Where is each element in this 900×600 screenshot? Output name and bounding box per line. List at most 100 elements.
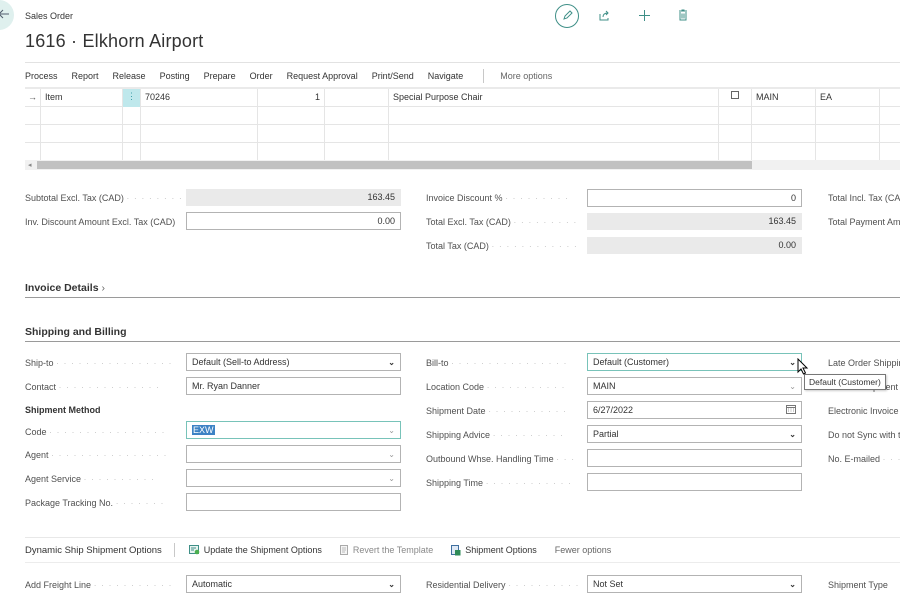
update-shipment-options-button[interactable]: Update the Shipment Options bbox=[188, 545, 322, 555]
shipment-date-input[interactable]: 6/27/2022 bbox=[587, 401, 802, 419]
total-excl-label: Total Excl. Tax (CAD) · · · · · · · · · bbox=[426, 217, 578, 227]
table-row[interactable] bbox=[25, 125, 900, 143]
residential-delivery-label: Residential Delivery · · · · · · · · · · bbox=[426, 580, 580, 590]
shipment-method-code-input[interactable]: EXW ⌄ bbox=[186, 421, 401, 439]
inv-discount-amount-input[interactable]: 0.00 bbox=[186, 212, 401, 230]
agent-label: Agent · · · · · · · · · · · · · · · · bbox=[25, 450, 168, 460]
action-print-send[interactable]: Print/Send bbox=[372, 71, 414, 81]
more-options-button[interactable]: More options bbox=[500, 71, 552, 81]
section-divider bbox=[25, 341, 900, 342]
total-payment-label: Total Payment Amount bbox=[828, 217, 900, 227]
total-excl-value: 163.45 bbox=[587, 213, 802, 230]
line-checkbox-cell[interactable] bbox=[719, 89, 752, 107]
shipping-time-label: Shipping Time · · · · · · · · · · · · bbox=[426, 478, 573, 488]
total-incl-label: Total Incl. Tax (CAD) bbox=[828, 193, 900, 203]
chevron-down-icon: ⌄ bbox=[789, 579, 796, 589]
add-freight-line-label: Add Freight Line · · · · · · · · · · · bbox=[25, 580, 173, 590]
calendar-icon[interactable] bbox=[786, 404, 796, 416]
shipping-advice-select[interactable]: Partial ⌄ bbox=[587, 425, 802, 443]
edit-button[interactable] bbox=[555, 4, 579, 28]
ship-to-label: Ship-to · · · · · · · · · · · · · · · · bbox=[25, 358, 173, 368]
bill-to-select[interactable]: Default (Customer) ⌄ bbox=[587, 353, 802, 371]
line-blank-cell[interactable] bbox=[325, 89, 389, 107]
revert-template-icon bbox=[339, 545, 349, 555]
table-row[interactable] bbox=[25, 107, 900, 125]
plus-icon bbox=[638, 9, 650, 23]
scrollbar-thumb[interactable] bbox=[37, 161, 752, 169]
page-type: Sales Order bbox=[25, 11, 74, 21]
invoice-discount-pct-input[interactable]: 0 bbox=[587, 189, 802, 207]
line-location-cell[interactable]: MAIN bbox=[752, 89, 816, 107]
back-button[interactable] bbox=[0, 0, 14, 30]
action-navigate[interactable]: Navigate bbox=[428, 71, 464, 81]
line-description-cell[interactable]: Special Purpose Chair bbox=[389, 89, 719, 107]
action-bar: Process Report Release Posting Prepare O… bbox=[25, 68, 566, 84]
arrow-left-icon bbox=[0, 8, 10, 22]
action-prepare[interactable]: Prepare bbox=[204, 71, 236, 81]
action-process[interactable]: Process bbox=[25, 71, 58, 81]
residential-delivery-select[interactable]: Not Set ⌄ bbox=[587, 575, 802, 593]
line-quantity-cell[interactable]: 1 bbox=[258, 89, 325, 107]
shipment-method-heading: Shipment Method bbox=[25, 405, 101, 415]
line-uom-cell[interactable]: EA bbox=[816, 89, 880, 107]
late-order-shipping-label: Late Order Shipping bbox=[828, 358, 900, 368]
package-tracking-input[interactable] bbox=[186, 493, 401, 511]
revert-template-button[interactable]: Revert the Template bbox=[339, 545, 433, 555]
pencil-icon bbox=[562, 9, 573, 23]
table-row[interactable]: → Item ⋮ 70246 1 Special Purpose Chair M… bbox=[25, 89, 900, 107]
contact-label: Contact · · · · · · · · · · · · · · bbox=[25, 382, 161, 392]
table-row[interactable] bbox=[25, 143, 900, 161]
line-type-cell[interactable]: Item bbox=[41, 89, 123, 107]
total-tax-label: Total Tax (CAD) · · · · · · · · · · · · bbox=[426, 241, 578, 251]
fewer-options-button[interactable]: Fewer options bbox=[555, 545, 612, 555]
scroll-left-icon[interactable]: ◂ bbox=[28, 161, 32, 169]
action-report[interactable]: Report bbox=[72, 71, 99, 81]
page-title: 1616 · Elkhorn Airport bbox=[25, 31, 204, 51]
contact-input[interactable]: Mr. Ryan Danner bbox=[186, 377, 401, 395]
line-next-cell[interactable] bbox=[880, 89, 900, 107]
update-shipment-icon bbox=[188, 545, 200, 555]
action-release[interactable]: Release bbox=[113, 71, 146, 81]
add-freight-line-select[interactable]: Automatic ⌄ bbox=[186, 575, 401, 593]
outbound-whse-label: Outbound Whse. Handling Time · · · bbox=[426, 454, 576, 464]
mouse-cursor-icon bbox=[797, 357, 811, 376]
chevron-down-icon: ⌄ bbox=[789, 429, 796, 439]
outbound-whse-input[interactable] bbox=[587, 449, 802, 467]
location-code-label: Location Code · · · · · · · · · · · bbox=[426, 382, 566, 392]
delete-button[interactable] bbox=[671, 4, 695, 28]
dynamic-ship-title: Dynamic Ship Shipment Options bbox=[25, 544, 162, 556]
ship-to-select[interactable]: Default (Sell-to Address) ⌄ bbox=[186, 353, 401, 371]
inv-discount-amount-label: Inv. Discount Amount Excl. Tax (CAD) bbox=[25, 217, 176, 227]
dynamic-ship-toolbar: Dynamic Ship Shipment Options Update the… bbox=[25, 537, 900, 563]
location-code-input[interactable]: MAIN ⌄ bbox=[587, 377, 802, 395]
row-actions-button[interactable]: ⋮ bbox=[123, 89, 141, 107]
invoice-details-header[interactable]: Invoice Details › bbox=[25, 282, 105, 294]
lines-grid: → Item ⋮ 70246 1 Special Purpose Chair M… bbox=[25, 87, 900, 161]
subtotal-label: Subtotal Excl. Tax (CAD) · · · · · · · ·… bbox=[25, 193, 185, 203]
shipment-options-button[interactable]: Shipment Options bbox=[451, 544, 537, 556]
action-posting[interactable]: Posting bbox=[160, 71, 190, 81]
top-actions bbox=[555, 3, 710, 29]
section-divider bbox=[25, 297, 900, 298]
share-icon bbox=[599, 10, 611, 23]
shipping-advice-label: Shipping Advice · · · · · · · · · · bbox=[426, 430, 565, 440]
chevron-down-icon: ⌄ bbox=[388, 473, 395, 483]
action-request-approval[interactable]: Request Approval bbox=[287, 71, 358, 81]
shipment-date-label: Shipment Date · · · · · · · · · · · bbox=[426, 406, 568, 416]
shipping-time-input[interactable] bbox=[587, 473, 802, 491]
invoice-discount-pct-label: Invoice Discount % · · · · · · · · · bbox=[426, 193, 570, 203]
line-no-cell[interactable]: 70246 bbox=[141, 89, 258, 107]
action-order[interactable]: Order bbox=[250, 71, 273, 81]
agent-service-input[interactable]: ⌄ bbox=[186, 469, 401, 487]
agent-service-label: Agent Service · · · · · · · · · · bbox=[25, 474, 156, 484]
total-tax-value: 0.00 bbox=[587, 237, 802, 254]
agent-input[interactable]: ⌄ bbox=[186, 445, 401, 463]
electronic-invoice-label: Electronic Invoice T bbox=[828, 406, 900, 416]
chevron-down-icon: ⌄ bbox=[789, 381, 796, 391]
checkbox[interactable] bbox=[731, 91, 739, 99]
horizontal-scrollbar[interactable]: ◂ bbox=[25, 160, 900, 170]
share-button[interactable] bbox=[593, 4, 617, 28]
new-button[interactable] bbox=[632, 4, 656, 28]
shipping-billing-header[interactable]: Shipping and Billing bbox=[25, 326, 127, 338]
chevron-down-icon: ⌄ bbox=[789, 357, 796, 367]
